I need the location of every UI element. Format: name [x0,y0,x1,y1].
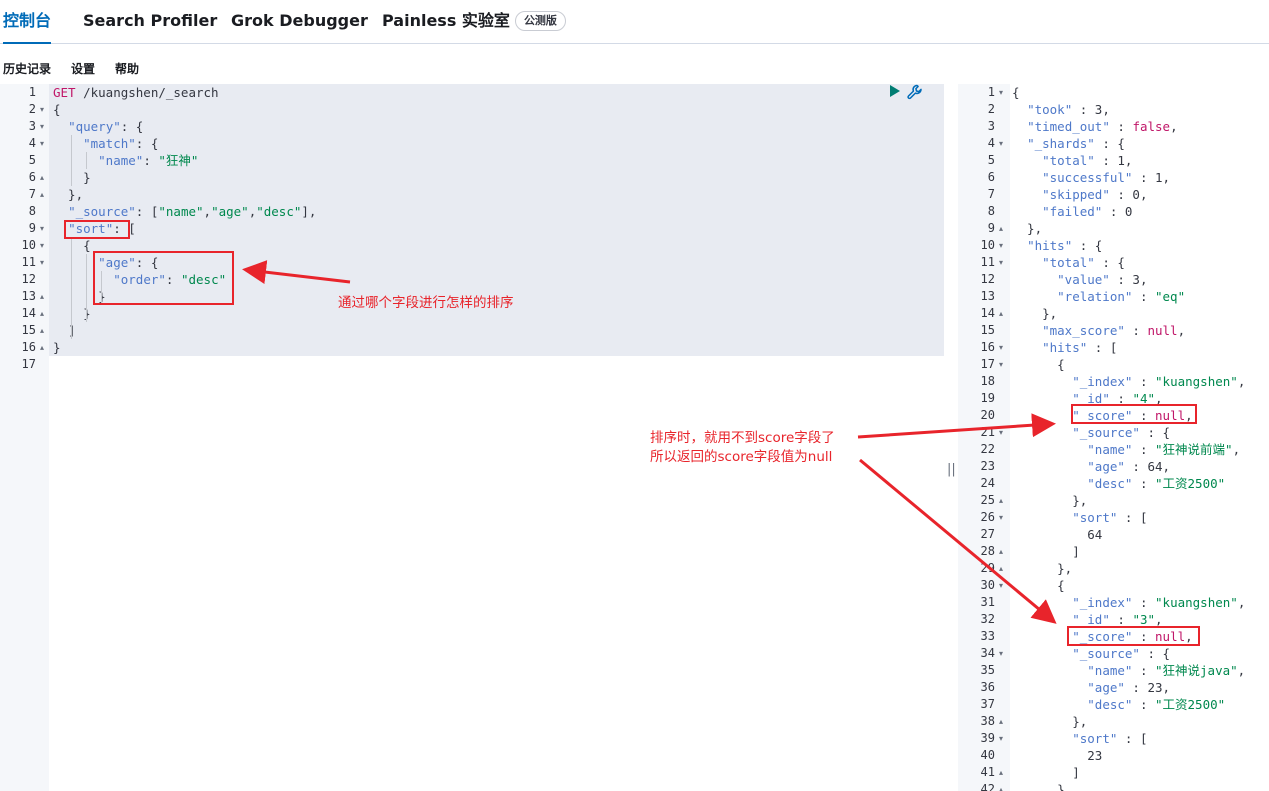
arrow-to-age-order [242,260,351,285]
annotation-arrows [242,260,1057,624]
arrow-to-score-2 [859,458,1057,624]
arrow-to-score-1 [857,413,1056,439]
